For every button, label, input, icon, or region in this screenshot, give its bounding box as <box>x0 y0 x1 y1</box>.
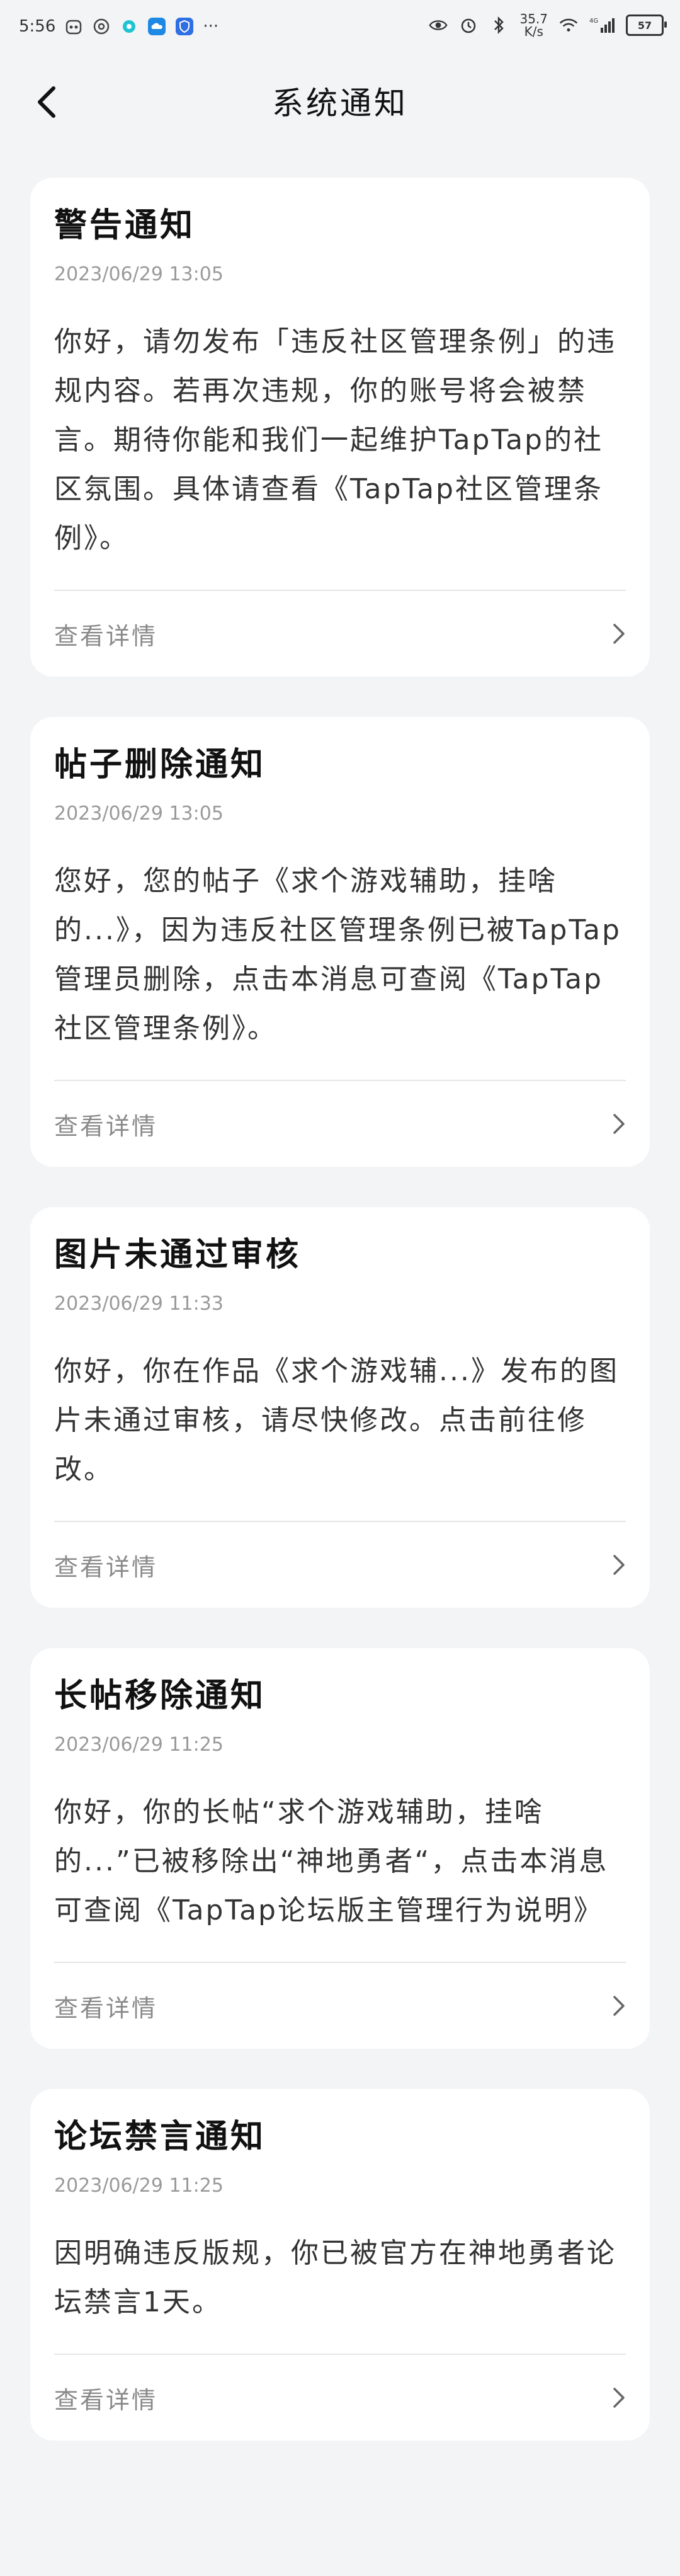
at-icon <box>92 17 111 36</box>
notification-body: 你好，请勿发布「违反社区管理条例」的违规内容。若再次违规，你的账号将会被禁言。期… <box>54 326 616 554</box>
status-left: 5:56 ··· <box>19 14 218 39</box>
notification-card[interactable]: 论坛禁言通知 2023/06/29 11:25 因明确违反版规，你已被官方在神地… <box>30 2089 650 2441</box>
robot-icon <box>64 17 83 36</box>
notification-card[interactable]: 长帖移除通知 2023/06/29 11:25 你好，你的长帖“求个游戏辅助，挂… <box>30 1648 650 2049</box>
eye-icon <box>429 16 448 35</box>
cloud-app-icon <box>147 17 166 36</box>
app-header: 系统通知 <box>0 52 680 152</box>
notification-body: 因明确违反版规，你已被官方在神地勇者论坛禁言1天。 <box>54 2237 616 2318</box>
alarm-icon <box>459 16 478 35</box>
notification-title: 帖子删除通知 <box>54 746 266 784</box>
notification-time: 2023/06/29 13:05 <box>54 263 224 285</box>
chevron-right-icon <box>613 1555 625 1575</box>
notification-time: 2023/06/29 11:25 <box>54 2175 224 2197</box>
status-bar: 5:56 ··· 35.7 K/s 4G 57 <box>0 0 680 52</box>
notification-card[interactable]: 警告通知 2023/06/29 13:05 你好，请勿发布「违反社区管理条例」的… <box>30 178 650 677</box>
notification-time: 2023/06/29 13:05 <box>54 803 224 825</box>
view-details-button[interactable]: 查看详情 <box>54 1081 626 1167</box>
battery-icon: 57 <box>626 14 667 36</box>
page-title: 系统通知 <box>272 85 408 122</box>
chevron-right-icon <box>613 1996 625 2016</box>
chevron-right-icon <box>613 2388 625 2408</box>
more-notifications-icon: ··· <box>203 17 219 36</box>
chevron-right-icon <box>613 624 625 644</box>
chevron-right-icon <box>613 1114 625 1134</box>
notification-list: 警告通知 2023/06/29 13:05 你好，请勿发布「违反社区管理条例」的… <box>30 178 650 2481</box>
net-speed: 35.7 K/s <box>519 11 548 39</box>
notification-title: 长帖移除通知 <box>54 1677 266 1715</box>
notification-title: 论坛禁言通知 <box>54 2118 266 2156</box>
notification-title: 警告通知 <box>54 207 196 244</box>
view-details-button[interactable]: 查看详情 <box>54 2355 626 2441</box>
notification-body: 您好，您的帖子《求个游戏辅助，挂啥的...》，因为违反社区管理条例已被TapTa… <box>54 865 621 1045</box>
view-details-button[interactable]: 查看详情 <box>54 1963 626 2049</box>
notification-card[interactable]: 图片未通过审核 2023/06/29 11:33 你好，你在作品《求个游戏辅..… <box>30 1207 650 1608</box>
notification-body: 你好，你的长帖“求个游戏辅助，挂啥的...”已被移除出“神地勇者“，点击本消息可… <box>54 1796 609 1926</box>
status-time: 5:56 <box>19 17 56 36</box>
view-details-button[interactable]: 查看详情 <box>54 591 626 677</box>
view-details-label: 查看详情 <box>54 1553 158 1581</box>
notification-card[interactable]: 帖子删除通知 2023/06/29 13:05 您好，您的帖子《求个游戏辅助，挂… <box>30 717 650 1167</box>
view-details-button[interactable]: 查看详情 <box>54 1522 626 1608</box>
svg-text:4G: 4G <box>589 18 598 25</box>
notification-body: 你好，你在作品《求个游戏辅...》发布的图片未通过审核，请尽快修改。点击前往修改… <box>54 1355 619 1485</box>
signal-icon: 4G <box>589 16 615 35</box>
wifi-icon <box>559 16 578 35</box>
notification-time: 2023/06/29 11:33 <box>54 1293 224 1315</box>
bluetooth-icon <box>489 16 508 35</box>
view-details-label: 查看详情 <box>54 1112 158 1140</box>
status-right: 35.7 K/s 4G 57 <box>429 11 667 39</box>
notification-time: 2023/06/29 11:25 <box>54 1734 224 1756</box>
view-details-label: 查看详情 <box>54 2386 158 2414</box>
view-details-label: 查看详情 <box>54 1994 158 2022</box>
notification-title: 图片未通过审核 <box>54 1236 302 1274</box>
taptap-app-icon <box>120 17 139 36</box>
view-details-label: 查看详情 <box>54 622 158 650</box>
shield-app-icon <box>175 17 194 36</box>
